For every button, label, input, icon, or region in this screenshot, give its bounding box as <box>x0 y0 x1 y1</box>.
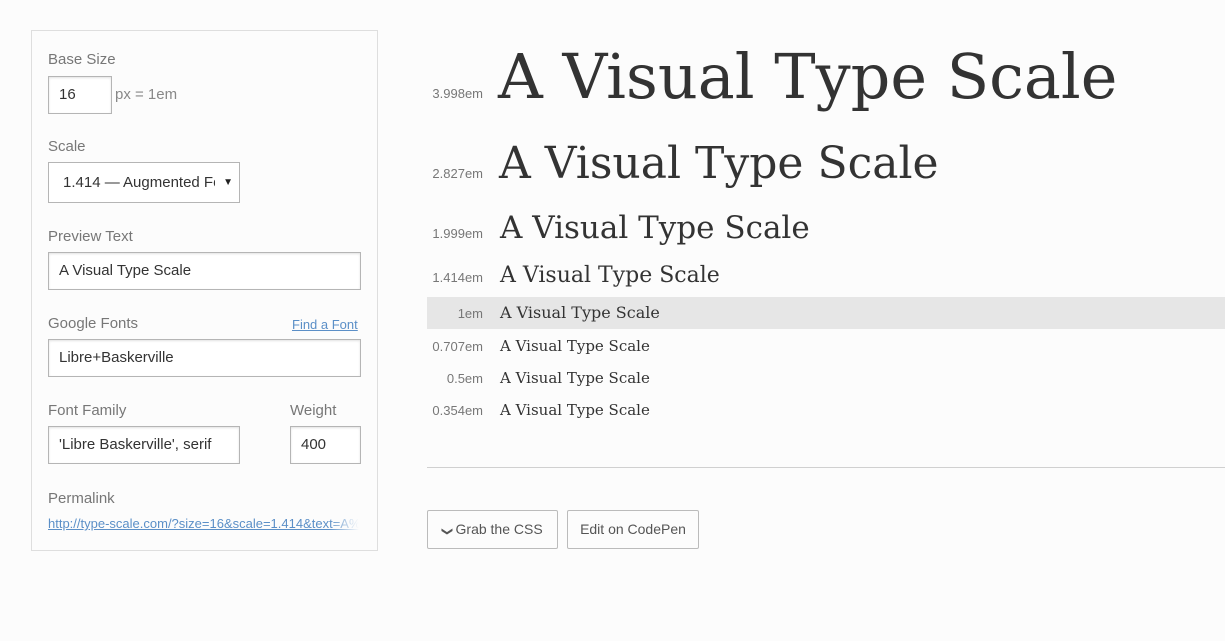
base-size-suffix: px = 1em <box>115 86 178 103</box>
scale-row-label: 1.414em <box>432 270 483 285</box>
scale-row: 1.414em A Visual Type Scale <box>427 260 1225 292</box>
preview-text-input[interactable]: A Visual Type Scale <box>48 252 361 290</box>
scale-row-text: A Visual Type Scale <box>499 138 939 189</box>
settings-panel: Base Size 16 px = 1em Scale 1.414 — Augm… <box>31 30 378 551</box>
find-a-font-link[interactable]: Find a Font <box>292 317 358 332</box>
grab-css-button[interactable]: ❯ Grab the CSS <box>427 510 558 549</box>
chevron-down-icon: ❯ <box>441 526 454 537</box>
google-fonts-input[interactable]: Libre+Baskerville <box>48 339 361 377</box>
preview-text-label: Preview Text <box>48 228 133 245</box>
weight-input[interactable]: 400 <box>290 426 361 464</box>
scale-row: 0.707em A Visual Type Scale <box>427 335 1225 357</box>
scale-row-base: 1em A Visual Type Scale <box>427 297 1225 329</box>
scale-row-label: 1.999em <box>432 226 483 241</box>
scale-row-text: A Visual Type Scale <box>500 369 650 387</box>
scale-select[interactable]: 1.414 — Augmented Fourth ▼ <box>48 162 240 203</box>
scale-row: 3.998em A Visual Type Scale <box>427 42 1225 112</box>
divider <box>427 467 1225 468</box>
scale-row: 0.354em A Visual Type Scale <box>427 399 1225 421</box>
scale-row-text: A Visual Type Scale <box>498 40 1118 113</box>
edit-codepen-button[interactable]: Edit on CodePen <box>567 510 699 549</box>
scale-row-label: 2.827em <box>432 166 483 181</box>
font-family-input[interactable]: 'Libre Baskerville', serif <box>48 426 240 464</box>
google-fonts-label: Google Fonts <box>48 315 139 332</box>
scale-row: 1.999em A Visual Type Scale <box>427 208 1225 248</box>
base-size-label: Base Size <box>48 51 116 68</box>
scale-row-text: A Visual Type Scale <box>500 210 810 246</box>
scale-row-text: A Visual Type Scale <box>500 303 660 322</box>
base-size-input[interactable]: 16 <box>48 76 112 114</box>
scale-row-text: A Visual Type Scale <box>500 337 650 355</box>
scale-row-text: A Visual Type Scale <box>500 401 650 419</box>
scale-row-text: A Visual Type Scale <box>500 263 720 288</box>
permalink-link[interactable]: http://type-scale.com/?size=16&scale=1.4… <box>48 516 359 531</box>
scale-select-value: 1.414 — Augmented Fourth <box>63 174 215 191</box>
scale-label: Scale <box>48 138 86 155</box>
permalink-label: Permalink <box>48 490 115 507</box>
scale-row: 2.827em A Visual Type Scale <box>427 138 1225 190</box>
font-family-label: Font Family <box>48 402 127 419</box>
scale-row-label: 1em <box>457 305 483 321</box>
triangle-down-icon: ▼ <box>223 177 233 188</box>
scale-row-label: 0.5em <box>446 371 483 386</box>
grab-css-label: Grab the CSS <box>455 521 543 537</box>
scale-row-label: 3.998em <box>432 86 483 101</box>
scale-row-label: 0.707em <box>432 339 483 354</box>
scale-row-label: 0.354em <box>432 403 483 418</box>
scale-row: 0.5em A Visual Type Scale <box>427 367 1225 389</box>
weight-label: Weight <box>290 402 337 419</box>
